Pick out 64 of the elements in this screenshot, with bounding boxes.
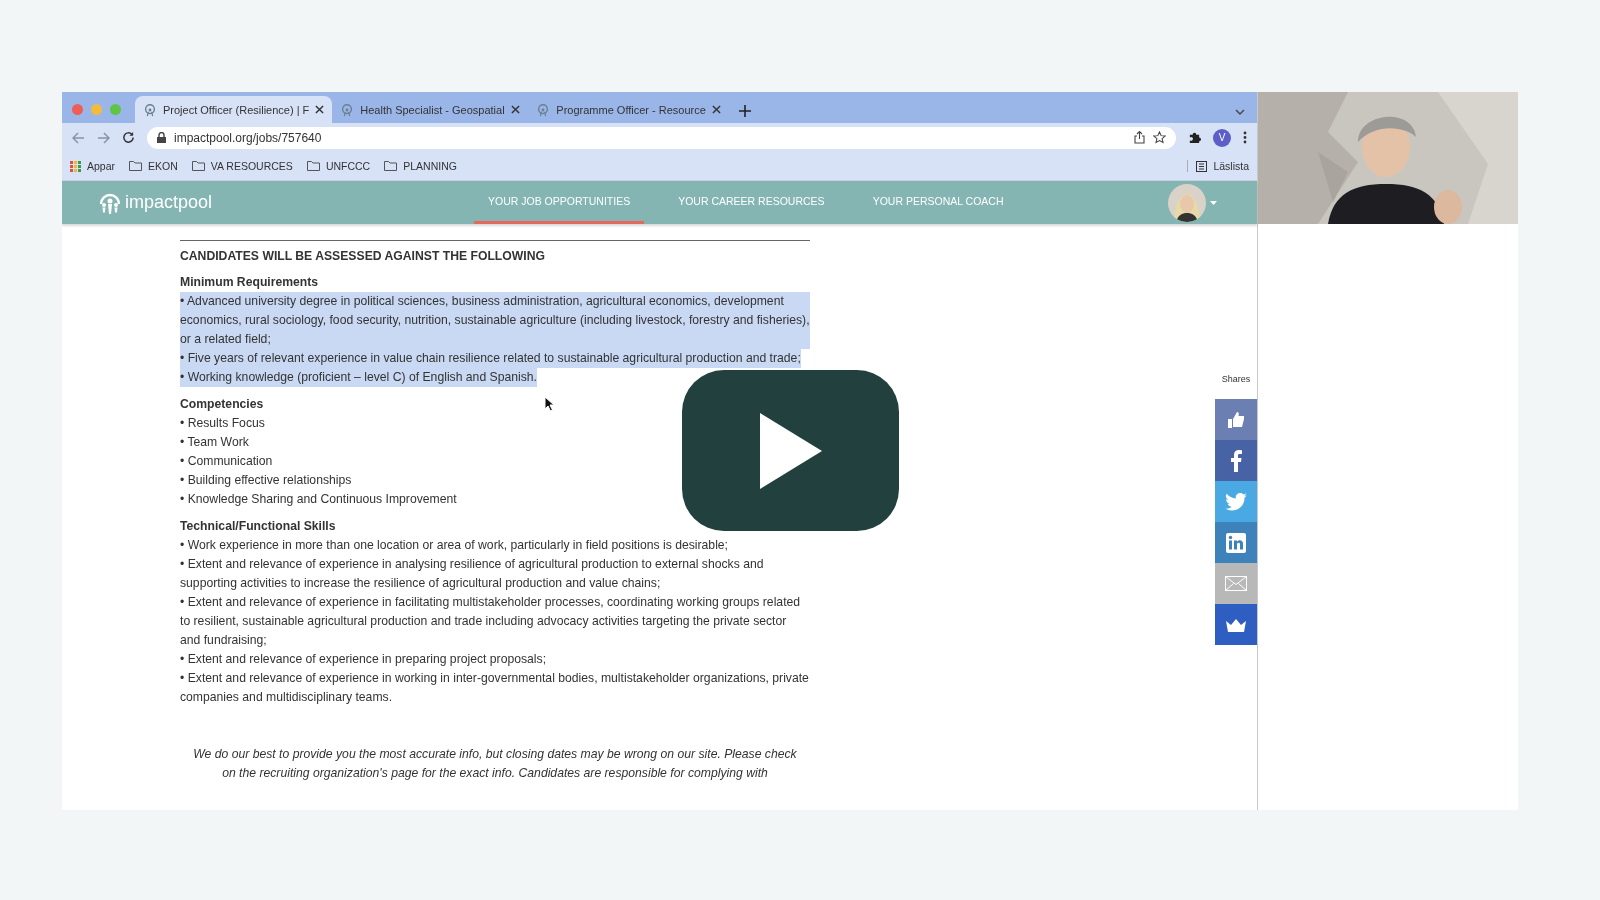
share-button[interactable]: [1215, 604, 1257, 645]
thumbs-up-icon: [1226, 409, 1246, 430]
bullet-item: • Extent and relevance of experience in preparing project proposals;: [180, 651, 548, 668]
reload-icon[interactable]: [122, 131, 135, 144]
close-icon[interactable]: [315, 105, 325, 114]
share-button[interactable]: [1215, 440, 1257, 481]
share-button[interactable]: [1215, 481, 1257, 522]
address-bar[interactable]: impactpool.org/jobs/757640: [147, 126, 1176, 149]
bullet-item: • Working knowledge (proficient – level C) of English and Spanish.: [180, 368, 537, 387]
folder-icon: [129, 161, 143, 171]
subheading: Minimum Requirements: [180, 274, 319, 291]
site-icon: [340, 102, 355, 117]
bullet-item: • Extent and relevance of experience in facilitating multistakeholder processes, coordinating working groups related to resilient, sustainable agricultural production and trade including advocacy activities targeting the private sector and fundraising;: [180, 594, 802, 649]
bird-icon: [1225, 492, 1247, 511]
more-menu-icon[interactable]: [1243, 131, 1247, 144]
bullet-item: • Communication: [180, 453, 274, 470]
play-icon: [759, 412, 822, 489]
bookmark[interactable]: VA RESOURCES: [191, 160, 293, 172]
close-icon[interactable]: [711, 105, 721, 114]
bullet-item: • Building effective relationships: [180, 472, 353, 489]
section-heading: CANDIDATES WILL BE ASSESSED AGAINST THE FOLLOWING: [180, 248, 546, 265]
subheading: Technical/Functional Skills: [180, 518, 336, 535]
folder-icon: [306, 161, 320, 171]
envelope-icon: [1225, 576, 1247, 591]
lock-icon: [157, 132, 166, 143]
profile-avatar[interactable]: V: [1213, 128, 1231, 147]
mouse-cursor-icon: [544, 396, 555, 412]
apps-grid-icon: [70, 160, 81, 172]
star-icon[interactable]: [1153, 131, 1166, 144]
facebook-icon: [1230, 449, 1242, 472]
share-button[interactable]: [1215, 399, 1257, 440]
disclaimer-text: We do our best to provide you the most accurate info, but closing dates may be wrong on our site. Please check on the recruiting organization's page for the exact info. Candidates are responsible for complying with: [192, 746, 798, 782]
folder-icon: [191, 161, 205, 171]
share-button[interactable]: [1215, 522, 1257, 563]
puzzle-icon[interactable]: [1188, 131, 1201, 144]
bullet-item: • Work experience in more than one location or area of work, particularly in field positions is desirable;: [180, 537, 729, 554]
browser-tab[interactable]: Health Specialist - Geospatial: [332, 96, 529, 123]
browser-tab[interactable]: Project Officer (Resilience) | F: [135, 96, 333, 123]
reading-list-button[interactable]: Läslista: [1187, 160, 1249, 172]
bullet-item: • Extent and relevance of experience in analysing resilience of agricultural production to external shocks and supporting activities to increase the resilience of agricultural production and value chains;: [180, 556, 765, 592]
close-icon[interactable]: [511, 105, 521, 114]
site-icon: [536, 102, 551, 117]
bullet-item: • Five years of relevant experience in value chain resilience related to sustainable agricultural production and trade;: [180, 349, 801, 368]
new-tab-icon[interactable]: [738, 105, 751, 117]
bookmark[interactable]: EKON: [129, 160, 178, 172]
bullet-item: • Knowledge Sharing and Continuous Improvement: [180, 491, 458, 508]
site-icon: [143, 102, 157, 117]
bullet-item: • Extent and relevance of experience in working in inter-governmental bodies, multistakeholder organizations, private companies and multidisciplinary teams.: [180, 670, 810, 706]
people-icon: [98, 191, 122, 214]
play-button[interactable]: [682, 370, 899, 531]
chevron-down-icon[interactable]: [1235, 109, 1245, 115]
browser-tab[interactable]: Programme Officer - Resource: [528, 96, 729, 123]
linkedin-icon: [1226, 532, 1246, 553]
share-icon[interactable]: [1134, 131, 1145, 144]
bullet-item: • Results Focus: [180, 415, 266, 432]
reading-list-icon: [1196, 160, 1208, 172]
bookmark[interactable]: PLANNING: [384, 160, 457, 172]
bookmark[interactable]: Appar: [70, 160, 116, 172]
crown-icon: [1225, 617, 1247, 632]
subheading: Competencies: [180, 396, 264, 413]
bullet-item: • Team Work: [180, 434, 250, 451]
bookmark[interactable]: UNFCCC: [306, 160, 371, 172]
folder-icon: [384, 161, 398, 171]
bullet-item: • Advanced university degree in political sciences, business administration, agricultural economics, development economics, rural sociology, food security, nutrition, sustainable agriculture (including livestock, forestry and fisheries), or a related field;: [180, 292, 810, 349]
